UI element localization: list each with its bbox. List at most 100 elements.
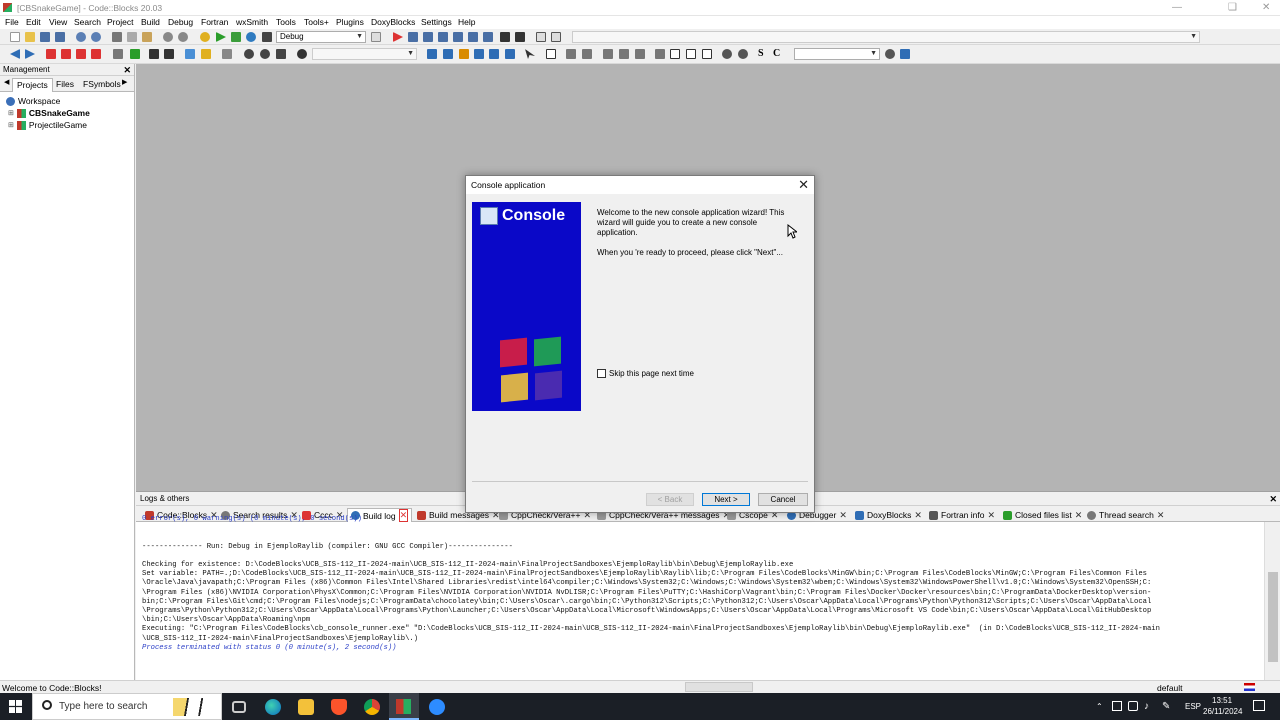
task-view-icon[interactable]	[232, 701, 246, 713]
language-indicator[interactable]: ESP	[1185, 702, 1201, 711]
brave-icon[interactable]	[331, 699, 347, 715]
tools-icon[interactable]	[222, 49, 232, 59]
doxy-extract-icon[interactable]	[201, 49, 211, 59]
cancel-button[interactable]: Cancel	[758, 493, 808, 506]
close-window-icon[interactable]: ✕	[1262, 2, 1270, 13]
bookmark-next-icon[interactable]	[76, 49, 86, 59]
log-scrollbar[interactable]	[1264, 522, 1280, 680]
menu-build[interactable]: Build	[141, 17, 160, 27]
shape-c-icon[interactable]	[702, 49, 712, 59]
jump-forward-icon[interactable]	[25, 49, 35, 59]
debug-info-icon[interactable]	[551, 32, 561, 42]
arrow-right-icon[interactable]	[443, 49, 453, 59]
chrome-icon[interactable]	[364, 699, 380, 715]
regex-icon[interactable]	[505, 49, 515, 59]
close-icon[interactable]: ✕	[1269, 492, 1277, 506]
tray-chevron-icon[interactable]: ⌃	[1096, 702, 1103, 711]
stop-debug-icon[interactable]	[515, 32, 525, 42]
tab-scroll-left-icon[interactable]: ◀	[4, 78, 9, 86]
menu-wxsmith[interactable]: wxSmith	[236, 17, 268, 27]
clock-time[interactable]: 13:51	[1212, 696, 1232, 705]
step-instruction-icon[interactable]	[483, 32, 493, 42]
bookmark-toggle-icon[interactable]	[46, 49, 56, 59]
build-target-select[interactable]: Debug ▼	[276, 31, 366, 43]
next-button[interactable]: Next >	[702, 493, 750, 506]
symbol-icon[interactable]	[297, 49, 307, 59]
debug-windows-icon[interactable]	[536, 32, 546, 42]
menu-debug[interactable]: Debug	[168, 17, 193, 27]
search-options-icon[interactable]	[900, 49, 910, 59]
menu-project[interactable]: Project	[107, 17, 133, 27]
watch-icon[interactable]	[260, 49, 270, 59]
skip-page-checkbox[interactable]: Skip this page next time	[597, 369, 694, 378]
layout-f-icon[interactable]	[655, 49, 665, 59]
c-icon[interactable]: C	[773, 48, 783, 59]
redo-icon[interactable]	[91, 32, 101, 42]
layout-d-icon[interactable]	[619, 49, 629, 59]
rebuild-icon[interactable]	[246, 32, 256, 42]
build-icon[interactable]	[200, 32, 210, 42]
checkbox-box[interactable]	[597, 369, 606, 378]
menu-settings[interactable]: Settings	[421, 17, 452, 27]
replace-icon[interactable]	[178, 32, 188, 42]
minimize-icon[interactable]: —	[1172, 2, 1182, 13]
tab-scroll-right-icon[interactable]: ▶	[122, 78, 127, 86]
show-target-icon[interactable]	[371, 32, 381, 42]
zoom-app-icon[interactable]	[429, 699, 445, 715]
notifications-icon[interactable]	[1253, 700, 1265, 711]
save-icon[interactable]	[40, 32, 50, 42]
code-completion-select[interactable]: ▼	[572, 31, 1200, 43]
tree-item-workspace[interactable]: Workspace	[6, 95, 134, 107]
paste-icon[interactable]	[142, 32, 152, 42]
scroll-thumb[interactable]	[1268, 572, 1278, 662]
tree-item-projectilegame[interactable]: ⊞ ProjectileGame	[6, 119, 134, 131]
menu-file[interactable]: File	[5, 17, 19, 27]
menu-fortran[interactable]: Fortran	[201, 17, 228, 27]
pen-tray-icon[interactable]: ✎	[1162, 701, 1170, 712]
menu-view[interactable]: View	[49, 17, 67, 27]
tab-files[interactable]: Files	[52, 78, 78, 92]
run-to-cursor-icon[interactable]	[408, 32, 418, 42]
undo-icon[interactable]	[76, 32, 86, 42]
back-button[interactable]: < Back	[646, 493, 694, 506]
maximize-icon[interactable]: ❑	[1228, 2, 1237, 13]
debug-start-icon[interactable]	[393, 32, 403, 42]
volume-icon[interactable]: ♪	[1144, 701, 1149, 712]
abc-icon[interactable]	[489, 49, 499, 59]
open-icon[interactable]	[25, 32, 35, 42]
step-out-icon[interactable]	[453, 32, 463, 42]
symbol-select[interactable]: ▼	[312, 48, 417, 60]
copy-icon[interactable]	[127, 32, 137, 42]
edge-icon[interactable]	[265, 699, 281, 715]
layout-e-icon[interactable]	[635, 49, 645, 59]
zoom-out-icon[interactable]	[738, 49, 748, 59]
tree-item-cbsnakegame[interactable]: ⊞ CBSnakeGame	[6, 107, 134, 119]
jump-back-icon[interactable]	[10, 49, 20, 59]
comment-icon[interactable]	[149, 49, 159, 59]
select-icon[interactable]	[525, 49, 535, 59]
arrow-left-icon[interactable]	[427, 49, 437, 59]
clock-date[interactable]: 26/11/2024	[1203, 707, 1242, 716]
run-icon[interactable]	[216, 32, 226, 42]
shape-a-icon[interactable]	[670, 49, 680, 59]
stack-icon[interactable]	[276, 49, 286, 59]
layout-b-icon[interactable]	[582, 49, 592, 59]
doxy-wizard-icon[interactable]	[185, 49, 195, 59]
menu-tools[interactable]: Tools	[276, 17, 296, 27]
taskbar-active-app[interactable]	[389, 693, 419, 720]
layout-a-icon[interactable]	[566, 49, 576, 59]
menu-tools-plus[interactable]: Tools+	[304, 17, 329, 27]
shape-b-icon[interactable]	[686, 49, 696, 59]
expand-icon[interactable]: ⊞	[8, 109, 14, 117]
uncomment-icon[interactable]	[164, 49, 174, 59]
rect-icon[interactable]	[546, 49, 556, 59]
search-combo[interactable]: ▼	[794, 48, 880, 60]
next-instruction-icon[interactable]	[468, 32, 478, 42]
network-icon[interactable]	[1128, 701, 1138, 711]
pen-icon[interactable]	[459, 49, 469, 59]
breakpoint-icon[interactable]	[244, 49, 254, 59]
layout-c-icon[interactable]	[603, 49, 613, 59]
bookmark-prev-icon[interactable]	[61, 49, 71, 59]
pause-debug-icon[interactable]	[500, 32, 510, 42]
tab-fsymbols[interactable]: FSymbols	[79, 78, 125, 92]
